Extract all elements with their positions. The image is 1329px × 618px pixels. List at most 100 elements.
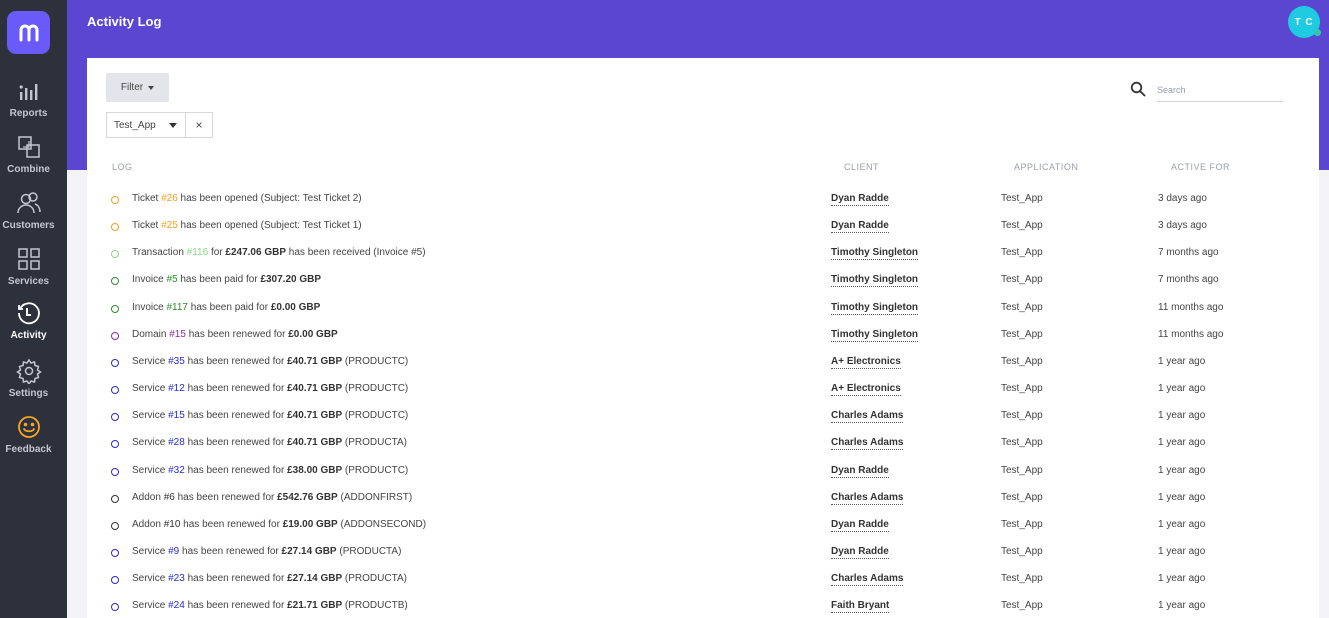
status-dot (111, 576, 119, 585)
log-message: Invoice #5 has been paid for £307.20 GBP (132, 274, 321, 285)
close-icon: × (195, 118, 203, 132)
log-prefix: Service (132, 410, 169, 422)
log-ref-link[interactable]: #35 (168, 356, 185, 367)
log-prefix: Service (132, 600, 169, 612)
client-link[interactable]: Dyan Radde (831, 546, 889, 559)
application-name: Test_App (1001, 600, 1043, 612)
log-ref-link[interactable]: #5 (166, 274, 177, 285)
log-mid: has been renewed for (179, 545, 282, 557)
client-link[interactable]: Dyan Radde (831, 193, 889, 206)
status-dot (111, 494, 119, 503)
app-logo[interactable] (7, 11, 50, 54)
application-name: Test_App (1001, 383, 1043, 395)
sidebar-item-combine[interactable]: Combine (0, 134, 57, 175)
search-input[interactable] (1157, 78, 1283, 102)
log-message: Service #35 has been renewed for £40.71 … (132, 356, 408, 367)
client-link[interactable]: Timothy Singleton (831, 329, 919, 342)
grid-icon (17, 248, 40, 270)
application-filter-select[interactable]: Test_App (107, 113, 186, 137)
client-link[interactable]: Charles Adams (831, 410, 904, 424)
client-link[interactable]: Charles Adams (831, 437, 904, 451)
column-header-application: APPLICATION (1014, 162, 1079, 172)
log-mid: has been renewed for (184, 573, 288, 585)
log-ref-link[interactable]: #15 (168, 410, 185, 421)
status-dot (111, 250, 119, 259)
log-message: Ticket #25 has been opened (Subject: Tes… (132, 220, 362, 231)
log-amount: £307.20 GBP (260, 274, 322, 286)
active-for: 1 year ago (1158, 573, 1206, 585)
sidebar-item-feedback[interactable]: Feedback (0, 414, 57, 455)
log-ref-link[interactable]: #23 (168, 573, 185, 584)
status-dot (111, 548, 119, 557)
client-link[interactable]: A+ Electronics (831, 356, 901, 369)
client-link[interactable]: Dyan Radde (831, 465, 889, 478)
search-icon[interactable] (1130, 81, 1146, 97)
client-link[interactable]: Timothy Singleton (831, 274, 919, 288)
log-mid: has been renewed for (184, 410, 288, 422)
log-prefix: Invoice (132, 274, 167, 286)
log-ref-link[interactable]: #10 (164, 519, 181, 530)
log-suffix: (ADDONFIRST) (337, 491, 413, 503)
column-header-client: CLIENT (844, 162, 880, 172)
log-message: Service #32 has been renewed for £38.00 … (132, 465, 408, 476)
log-amount: £247.06 GBP (225, 247, 287, 259)
clear-filter-button[interactable]: × (186, 113, 212, 137)
active-for: 7 months ago (1158, 274, 1219, 286)
status-dot (111, 196, 119, 204)
log-ref-link[interactable]: #6 (164, 492, 175, 503)
log-message: Domain #15 has been renewed for £0.00 GB… (132, 329, 338, 340)
log-amount: £21.71 GBP (287, 600, 343, 612)
avatar[interactable]: T C (1288, 6, 1321, 38)
table-row: Transaction #116 for £247.06 GBP has bee… (87, 245, 1319, 272)
table-row: Service #28 has been renewed for £40.71 … (87, 435, 1319, 462)
table-row: Service #35 has been renewed for £40.71 … (87, 354, 1319, 381)
application-name: Test_App (1001, 301, 1043, 313)
sidebar-item-label: Activity (10, 330, 47, 341)
filter-button[interactable]: Filter (106, 73, 169, 102)
sidebar-item-settings[interactable]: Settings (0, 358, 57, 399)
log-ref-link[interactable]: #15 (169, 329, 186, 340)
log-prefix: Service (132, 437, 169, 449)
client-link[interactable]: Charles Adams (831, 573, 904, 587)
application-name: Test_App (1001, 193, 1043, 204)
client-link[interactable]: A+ Electronics (831, 383, 901, 397)
client-link[interactable]: Charles Adams (831, 492, 904, 505)
client-link[interactable]: Dyan Radde (831, 519, 889, 532)
active-for: 1 year ago (1158, 383, 1206, 395)
active-for: 1 year ago (1158, 545, 1206, 557)
log-ref-link[interactable]: #116 (187, 247, 209, 258)
log-prefix: Ticket (132, 220, 162, 232)
log-ref-link[interactable]: #32 (168, 465, 185, 476)
sidebar-item-label: Reports (9, 108, 48, 119)
client-link[interactable]: Timothy Singleton (831, 302, 919, 315)
sidebar-item-reports[interactable]: Reports (0, 78, 57, 119)
log-ref-link[interactable]: #24 (168, 600, 185, 611)
log-message: Service #28 has been renewed for £40.71 … (132, 437, 407, 448)
table-row: Service #12 has been renewed for £40.71 … (87, 381, 1319, 408)
client-link[interactable]: Timothy Singleton (831, 247, 919, 261)
log-ref-link[interactable]: #117 (166, 302, 188, 313)
log-prefix: Addon (132, 518, 164, 530)
log-ref-link[interactable]: #9 (168, 546, 179, 557)
log-ref-link[interactable]: #28 (168, 437, 185, 448)
log-ref-link[interactable]: #12 (168, 383, 185, 394)
sidebar-item-activity[interactable]: Activity (0, 300, 57, 341)
client-link[interactable]: Dyan Radde (831, 220, 889, 234)
log-message: Addon #10 has been renewed for £19.00 GB… (132, 519, 426, 530)
log-mid: has been renewed for (180, 518, 283, 530)
log-ref-link[interactable]: #25 (161, 220, 178, 231)
log-amount: £38.00 GBP (287, 464, 343, 476)
log-mid: has been renewed for (184, 600, 288, 612)
log-amount: £0.00 GBP (288, 328, 338, 340)
log-amount: £40.71 GBP (287, 437, 343, 449)
application-name: Test_App (1001, 247, 1043, 259)
log-ref-link[interactable]: #26 (161, 193, 178, 204)
log-suffix: (PRODUCTA) (336, 545, 402, 557)
log-amount: £542.76 GBP (277, 491, 338, 503)
sidebar-item-services[interactable]: Services (0, 246, 57, 287)
client-link[interactable]: Faith Bryant (831, 600, 890, 614)
table-row: Service #23 has been renewed for £27.14 … (87, 571, 1319, 598)
log-amount: £40.71 GBP (287, 410, 343, 422)
sidebar-item-customers[interactable]: Customers (0, 190, 57, 231)
log-mid: has been opened (Subject: Test Ticket 2) (177, 193, 362, 204)
